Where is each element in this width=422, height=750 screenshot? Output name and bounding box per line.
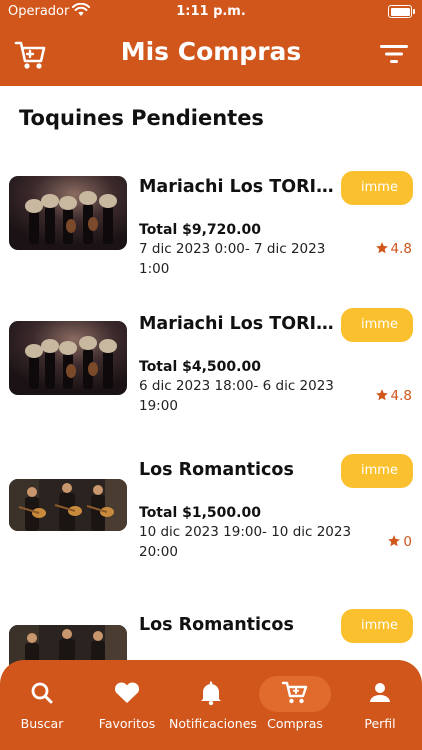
order-date: 7 dic 2023 0:00- 7 dic 2023 1:00 — [139, 241, 326, 277]
action-button[interactable]: imme — [341, 171, 413, 205]
action-button[interactable]: imme — [341, 454, 413, 488]
nav-item-perfil[interactable]: Perfil — [338, 660, 422, 750]
person-icon — [370, 683, 390, 702]
heart-icon — [114, 682, 140, 703]
band-name: Mariachi Los TORITOS — [139, 314, 337, 334]
order-total: Total $4,500.00 — [139, 359, 261, 375]
page-title: Mis Compras — [120, 37, 302, 66]
band-photo — [9, 479, 127, 531]
order-total: Total $1,500.00 — [139, 505, 261, 521]
rating: 4.8 — [375, 388, 412, 404]
order-date: 10 dic 2023 19:00- 10 dic 2023 20:00 — [139, 524, 352, 560]
section-title: Toquines Pendientes — [19, 106, 264, 130]
band-name: Mariachi Los TORITOS — [139, 177, 337, 197]
order-card[interactable]: Mariachi Los TORITOS imme Total $4,500.0… — [0, 307, 422, 427]
band-name: Los Romanticos — [139, 460, 294, 480]
order-card[interactable]: Los Romanticos imme Total $1,500.00 10 d… — [0, 453, 422, 573]
rating-value: 0 — [403, 534, 412, 550]
nav-item-compras[interactable]: Compras — [253, 660, 337, 750]
rating-value: 4.8 — [390, 388, 412, 404]
search-icon — [31, 682, 53, 704]
bell-icon — [201, 681, 221, 706]
nav-item-favoritos[interactable]: Favoritos — [85, 660, 169, 750]
star-icon — [375, 389, 388, 401]
star-icon — [388, 535, 401, 547]
nav-item-buscar[interactable]: Buscar — [0, 660, 84, 750]
nav-label: Favoritos — [98, 716, 156, 731]
action-button[interactable]: imme — [341, 308, 413, 342]
nav-label: Perfil — [364, 716, 396, 731]
rating: 4.8 — [375, 241, 412, 257]
order-date: 6 dic 2023 18:00- 6 dic 2023 19:00 — [139, 378, 334, 414]
status-bar: Operador 1:11 p.m. — [0, 0, 422, 24]
band-name: Los Romanticos — [139, 615, 294, 635]
cart-icon — [281, 681, 308, 704]
nav-item-notificaciones[interactable]: Notificaciones — [169, 660, 257, 750]
bottom-nav: Buscar Favoritos Notificaciones Compras … — [0, 660, 422, 750]
filter-icon[interactable] — [380, 42, 408, 66]
order-card[interactable]: Mariachi Los TORITOS imme Total $9,720.0… — [0, 170, 422, 290]
band-photo — [9, 176, 127, 250]
nav-label: Compras — [267, 716, 323, 731]
nav-label: Notificaciones — [169, 716, 257, 731]
rating: 0 — [387, 534, 412, 550]
rating-value: 4.8 — [390, 241, 412, 257]
band-photo — [9, 321, 127, 395]
battery-icon — [388, 5, 415, 18]
order-total: Total $9,720.00 — [139, 222, 261, 238]
star-icon — [375, 242, 388, 254]
app-header: Operador 1:11 p.m. Mis Compras — [0, 0, 422, 86]
action-button[interactable]: imme — [341, 609, 413, 643]
nav-label: Buscar — [20, 716, 64, 731]
status-time: 1:11 p.m. — [176, 4, 246, 19]
